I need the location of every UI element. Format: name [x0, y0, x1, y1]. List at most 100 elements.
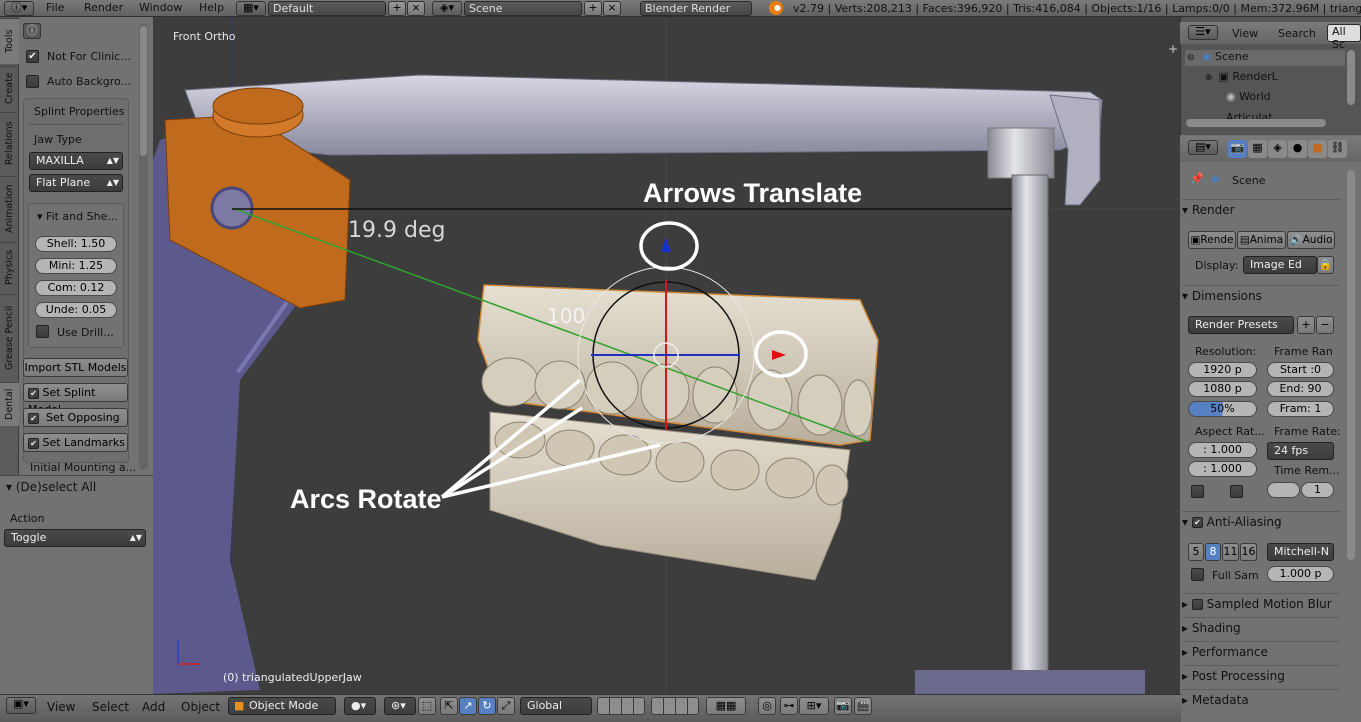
render-tab-camera-icon[interactable]: 📷 — [1228, 140, 1247, 158]
com-field[interactable]: Com: 0.12 — [35, 280, 117, 296]
scene-selector[interactable]: Scene — [464, 1, 582, 16]
mini-field[interactable]: Mini: 1.25 — [35, 258, 117, 274]
frame-start-field[interactable]: Start :0 — [1267, 362, 1334, 378]
frame-rate-select[interactable]: 24 fps — [1267, 442, 1334, 460]
unde-field[interactable]: Unde: 0.05 — [35, 302, 117, 318]
tab-create[interactable]: Create — [0, 66, 19, 110]
auto-background-checkbox[interactable] — [26, 75, 39, 88]
translate-manipulator-icon[interactable]: ↗ — [459, 697, 477, 715]
full-sample-checkbox[interactable] — [1191, 568, 1204, 581]
set-opposing-button[interactable]: ✔ Set Opposing — [23, 408, 128, 427]
animation-button[interactable]: ▤Anima — [1237, 231, 1286, 249]
border-checkbox[interactable] — [1191, 485, 1204, 498]
action-select[interactable]: Toggle ▲▼ — [4, 529, 146, 547]
tab-tools[interactable]: Tools — [0, 18, 19, 64]
outliner-row[interactable]: Articulat — [1226, 111, 1273, 119]
aa-samples-5[interactable]: 5 — [1188, 543, 1204, 561]
remove-preset-icon[interactable]: − — [1316, 316, 1334, 334]
outliner-editor-icon[interactable]: ☰▾ — [1188, 25, 1218, 40]
crop-checkbox[interactable] — [1230, 485, 1243, 498]
frame-end-field[interactable]: End: 90 — [1267, 381, 1334, 397]
not-for-clinical-checkbox[interactable]: ✔ — [26, 50, 39, 63]
frame-step-field[interactable]: Fram: 1 — [1267, 401, 1334, 417]
render-presets-select[interactable]: Render Presets — [1188, 316, 1294, 334]
snap-element-icon[interactable]: ⊞▾ — [799, 697, 829, 715]
resolution-percent-slider[interactable]: 50% — [1188, 401, 1257, 417]
lock-icon[interactable]: 🔒 — [1317, 256, 1334, 274]
tool-scrollbar[interactable] — [139, 24, 148, 470]
filter-size-field[interactable]: 1.000 p — [1267, 566, 1334, 582]
aspect-x-field[interactable]: : 1.000 — [1188, 442, 1257, 458]
scene-icon[interactable]: ◈▾ — [432, 1, 462, 16]
import-stl-button[interactable]: Import STL Models — [23, 358, 128, 377]
renderlayers-tab-icon[interactable]: ▦ — [1248, 140, 1267, 158]
resolution-y-field[interactable]: 1080 p — [1188, 381, 1257, 397]
post-processing-section-header[interactable]: ▸ Post Processing — [1182, 665, 1340, 685]
time-remap-old-field[interactable] — [1267, 482, 1300, 498]
menu-add[interactable]: Add — [142, 700, 165, 714]
layers-grid-icon[interactable]: ▦▦ — [706, 697, 746, 715]
time-remap-new-field[interactable]: 1 — [1301, 482, 1334, 498]
shading-select[interactable]: ●▾ — [344, 697, 376, 715]
motion-blur-checkbox[interactable] — [1191, 599, 1203, 610]
outliner-view-menu[interactable]: View — [1232, 27, 1258, 40]
menu-file[interactable]: File — [46, 0, 64, 17]
add-layout-icon[interactable]: + — [388, 1, 406, 16]
tab-relations[interactable]: Relations — [0, 112, 19, 174]
limit-selection-icon[interactable]: ⬚ — [418, 697, 436, 715]
menu-select[interactable]: Select — [92, 700, 129, 714]
outliner-h-scrollbar[interactable] — [1186, 119, 1326, 127]
aspect-y-field[interactable]: : 1.000 — [1188, 461, 1257, 477]
properties-scrollbar[interactable] — [1347, 170, 1355, 560]
aa-samples-8[interactable]: 8 — [1205, 543, 1221, 561]
outliner-v-scrollbar[interactable] — [1347, 50, 1355, 105]
jaw-type-select[interactable]: MAXILLA ▲▼ — [29, 152, 123, 170]
render-still-icon[interactable]: 📷 — [834, 697, 852, 715]
render-anim-icon[interactable]: 🎬 — [854, 697, 872, 715]
layout-grid-icon[interactable]: ▦▾ — [236, 1, 266, 16]
scale-manipulator-icon[interactable]: ⤢ — [497, 697, 515, 715]
snap-toggle-icon[interactable]: ⊶ — [780, 697, 798, 715]
set-landmarks-button[interactable]: ✔ Set Landmarks — [23, 433, 128, 452]
tab-dental[interactable]: Dental — [0, 382, 19, 426]
outliner-row[interactable]: ◉ World — [1226, 90, 1271, 103]
aa-filter-select[interactable]: Mitchell-N — [1267, 543, 1334, 561]
display-select[interactable]: Image Ed — [1243, 256, 1317, 274]
remove-scene-icon[interactable]: × — [603, 1, 621, 16]
layer-buttons-right[interactable] — [651, 697, 699, 715]
outliner-filter-select[interactable]: All Sc — [1327, 24, 1361, 51]
menu-help[interactable]: Help — [199, 0, 224, 17]
audio-button[interactable]: 🔊Audio — [1287, 231, 1335, 249]
outliner-row[interactable]: ⊖ ◈ Scene — [1185, 50, 1345, 66]
shading-section-header[interactable]: ▸ Shading — [1182, 617, 1340, 637]
fit-shell-toggle[interactable]: ▾ Fit and She... — [37, 210, 118, 223]
set-splint-button[interactable]: ✔ Set Splint Model — [23, 383, 128, 416]
viewport-expand-icon[interactable]: + — [1168, 42, 1178, 56]
dimensions-section-header[interactable]: ▾ Dimensions — [1182, 285, 1340, 305]
proportional-edit-icon[interactable]: ◎ — [758, 697, 776, 715]
rotate-manipulator-icon[interactable]: ↻ — [478, 697, 496, 715]
render-button[interactable]: ▣Rende — [1188, 231, 1236, 249]
shell-field[interactable]: Shell: 1.50 — [35, 236, 117, 252]
orientation-select[interactable]: Global — [520, 697, 592, 715]
render-engine-selector[interactable]: Blender Render — [640, 1, 752, 16]
layout-selector[interactable]: Default — [268, 1, 386, 16]
operator-title[interactable]: ▾ (De)select All — [6, 480, 96, 494]
add-scene-icon[interactable]: + — [584, 1, 602, 16]
menu-object[interactable]: Object — [181, 700, 220, 714]
3d-viewport[interactable]: Front Ortho 19.9 deg 100 Arrows Translat… — [153, 17, 1181, 694]
tab-grease-pencil[interactable]: Grease Pencil — [0, 294, 19, 380]
add-preset-icon[interactable]: + — [1297, 316, 1315, 334]
info-icon[interactable]: ⓘ — [23, 23, 41, 39]
world-tab-icon[interactable]: ● — [1288, 140, 1307, 158]
outliner-search-menu[interactable]: Search — [1278, 27, 1316, 40]
scene-tab-icon[interactable]: ◈ — [1268, 140, 1287, 158]
pin-icon[interactable]: 📌 — [1190, 172, 1204, 185]
motion-blur-section-header[interactable]: ▸ Sampled Motion Blur — [1182, 593, 1340, 613]
layer-buttons-left[interactable] — [597, 697, 645, 715]
constraints-tab-icon[interactable]: ⛓ — [1328, 140, 1347, 158]
use-drill-checkbox[interactable] — [36, 325, 49, 338]
plane-type-select[interactable]: Flat Plane ▲▼ — [29, 174, 123, 192]
anti-aliasing-section-header[interactable]: ▾ ✔ Anti-Aliasing — [1182, 511, 1340, 531]
menu-view[interactable]: View — [47, 700, 75, 714]
